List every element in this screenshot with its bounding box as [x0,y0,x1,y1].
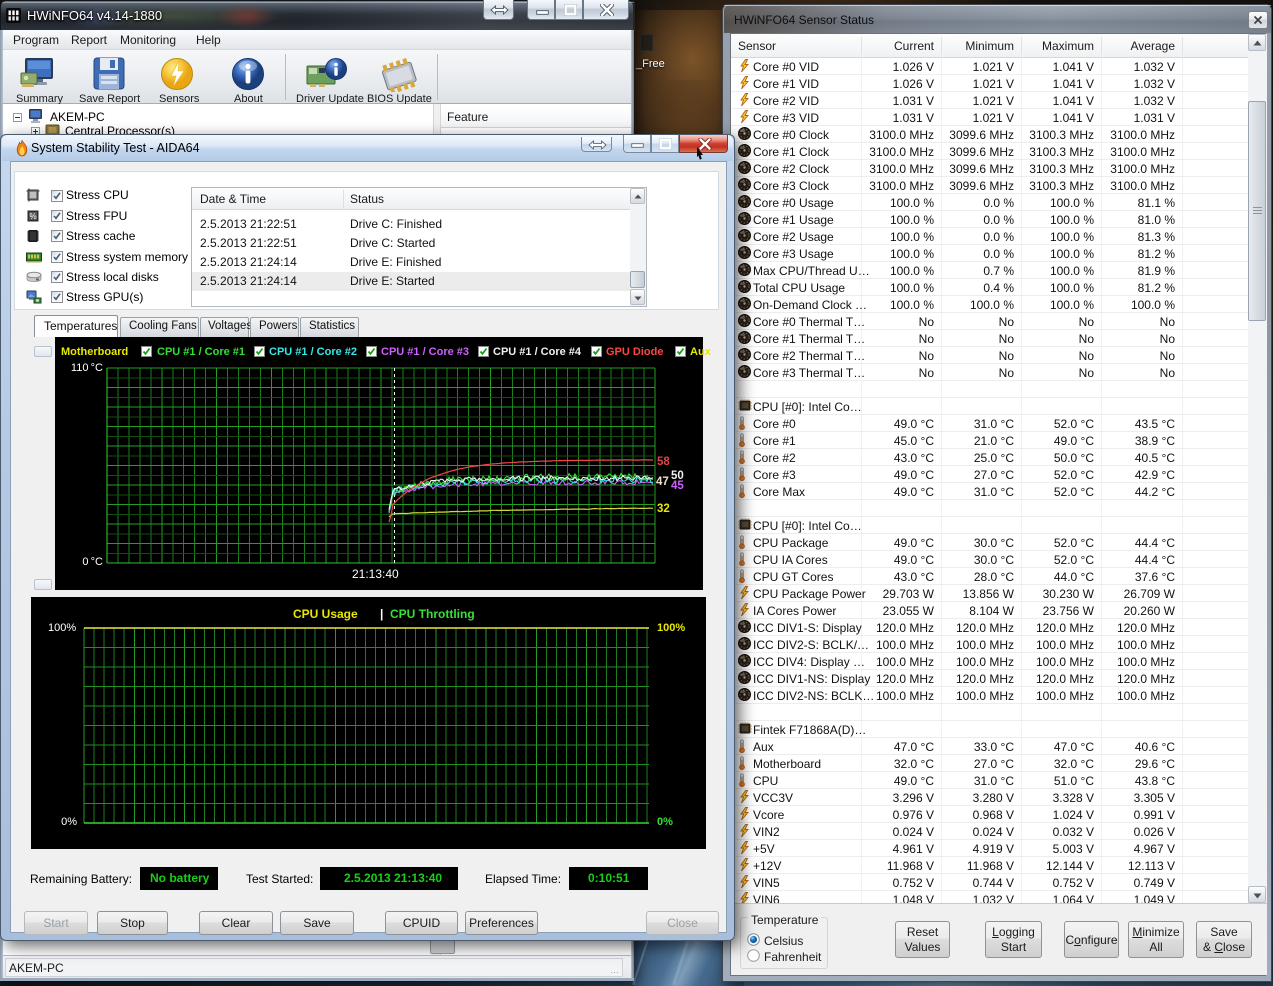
svg-text:%: % [29,212,36,221]
